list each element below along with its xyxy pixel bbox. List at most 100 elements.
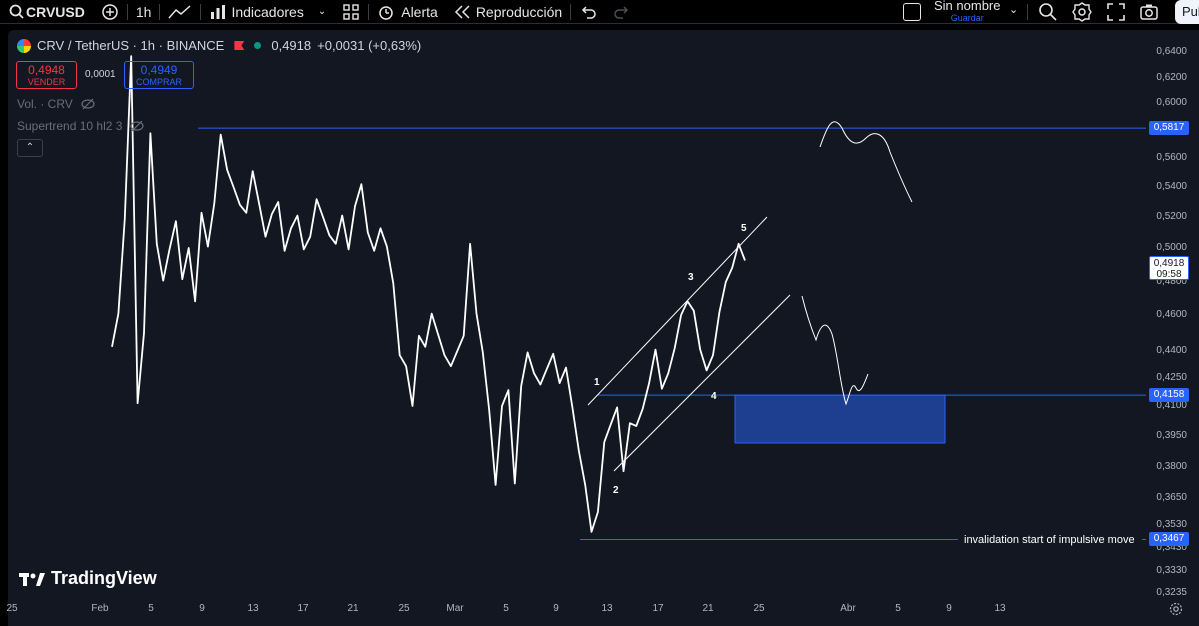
chevron-down-icon[interactable]: ⌄ xyxy=(318,6,326,17)
alert-label: Alerta xyxy=(401,3,438,20)
crv-logo-icon xyxy=(17,38,31,53)
last-price-tag: 0,4918 09:58 xyxy=(1149,255,1189,280)
replay-button[interactable]: Reproducción xyxy=(446,0,570,24)
price-tick-label: 0,3530 xyxy=(1156,519,1187,530)
watermark-text: TradingView xyxy=(51,568,157,588)
replay-label: Reproducción xyxy=(475,3,563,20)
wave-label-1: 1 xyxy=(594,377,600,388)
save-link[interactable]: Guardar xyxy=(951,12,984,24)
alarm-clock-icon xyxy=(379,5,393,20)
top-toolbar: CRVUSD 1h Indicadores ⌄ Alerta Reproducc… xyxy=(0,0,1199,24)
gear-icon[interactable] xyxy=(1072,2,1092,22)
supertrend-label: Supertrend 10 hl2 3 xyxy=(17,119,123,133)
price-tick-label: 0,5600 xyxy=(1156,152,1187,163)
price-tick-label: 0,4250 xyxy=(1156,372,1187,383)
symbol-name: CRVUSD xyxy=(26,3,85,20)
time-tick-label: Mar xyxy=(446,603,464,614)
wave-label-3: 3 xyxy=(688,272,694,283)
sell-label: VENDER xyxy=(27,77,66,87)
undo-button[interactable] xyxy=(571,0,605,24)
indicators-button[interactable]: Indicadores ⌄ xyxy=(201,0,334,24)
level-price-tag: 0,5817 xyxy=(1149,121,1189,136)
price-tick-label: 0,3235 xyxy=(1156,587,1187,598)
legend-price: 0,4918 xyxy=(271,38,312,53)
tradingview-logo-icon xyxy=(19,572,45,586)
volume-indicator-row[interactable]: Vol. · CRV xyxy=(17,97,95,111)
time-tick-label: 17 xyxy=(652,603,664,614)
redo-button[interactable] xyxy=(605,0,639,24)
last-price-value: 0,4918 xyxy=(1153,257,1185,269)
flag-icon[interactable] xyxy=(234,41,245,50)
sell-price: 0,4948 xyxy=(28,63,65,77)
invalidation-annotation: invalidation start of impulsive move xyxy=(964,534,1135,546)
price-tick-label: 0,4600 xyxy=(1156,309,1187,320)
market-status-icon xyxy=(254,42,262,49)
volume-label: Vol. · CRV xyxy=(17,97,73,111)
symbol-legend: CRV / TetherUS · 1h · BINANCE 0,4918 +0,… xyxy=(17,38,421,53)
bar-countdown: 09:58 xyxy=(1156,268,1182,280)
indicators-icon xyxy=(211,4,226,19)
time-tick-label: 21 xyxy=(347,603,359,614)
level-price-tag: 0,4158 xyxy=(1149,388,1189,403)
quick-search-icon[interactable] xyxy=(1038,2,1058,22)
time-tick-label: 21 xyxy=(702,603,714,614)
publish-button[interactable]: Pub xyxy=(1175,0,1199,24)
layout-name-block[interactable]: Sin nombre Guardar xyxy=(934,0,1000,24)
time-tick-label: Abr xyxy=(840,603,856,614)
symbol-search[interactable]: CRVUSD xyxy=(0,0,93,24)
eye-hidden-icon[interactable] xyxy=(130,120,145,132)
price-tick-label: 0,6400 xyxy=(1156,46,1187,57)
undo-icon xyxy=(582,5,596,19)
price-tick-label: 0,5000 xyxy=(1156,242,1187,253)
rewind-icon xyxy=(454,4,470,19)
price-tick-label: 0,3950 xyxy=(1156,430,1187,441)
time-tick-label: 9 xyxy=(553,603,559,614)
buy-label: COMPRAR xyxy=(135,77,182,87)
sell-button[interactable]: 0,4948 VENDER xyxy=(16,61,77,89)
line-chart-icon xyxy=(168,4,191,18)
wave-label-2: 2 xyxy=(613,485,619,496)
alert-button[interactable]: Alerta xyxy=(369,0,446,24)
time-tick-label: 25 xyxy=(753,603,765,614)
price-tick-label: 0,4400 xyxy=(1156,345,1187,356)
layout-name: Sin nombre xyxy=(934,0,1001,13)
supertrend-indicator-row[interactable]: Supertrend 10 hl2 3 xyxy=(17,119,145,133)
time-tick-label: 17 xyxy=(297,603,309,614)
compare-button[interactable] xyxy=(93,0,127,24)
eye-hidden-icon[interactable] xyxy=(81,98,95,110)
indicators-label: Indicadores xyxy=(231,3,304,20)
price-tick-label: 0,6200 xyxy=(1156,72,1187,83)
interval-button[interactable]: 1h xyxy=(128,0,160,24)
axis-settings-icon[interactable] xyxy=(1169,602,1183,616)
buy-price: 0,4949 xyxy=(140,63,178,77)
time-tick-label: 9 xyxy=(199,603,205,614)
camera-icon[interactable] xyxy=(1139,2,1159,22)
fullscreen-icon[interactable] xyxy=(1106,2,1126,22)
collapse-legend-button[interactable]: ⌃ xyxy=(17,139,43,157)
toolbar-divider xyxy=(1027,4,1028,20)
layout-square-icon[interactable] xyxy=(903,3,921,21)
chart-type-button[interactable] xyxy=(160,0,200,24)
pair-title: CRV / TetherUS · 1h · BINANCE xyxy=(37,38,225,53)
wave-label-4: 4 xyxy=(711,391,717,402)
time-tick-label: 5 xyxy=(895,603,901,614)
tradingview-watermark: TradingView xyxy=(19,568,157,589)
plus-circle-icon xyxy=(102,3,118,20)
time-tick-label: 25 xyxy=(6,603,18,614)
price-tick-label: 0,3330 xyxy=(1156,565,1187,576)
templates-button[interactable] xyxy=(334,0,368,24)
time-tick-label: 5 xyxy=(148,603,154,614)
time-tick-label: 13 xyxy=(247,603,259,614)
left-edge xyxy=(0,24,8,626)
spread-value: 0,0001 xyxy=(85,69,116,80)
search-icon xyxy=(9,4,24,19)
wave-label-5: 5 xyxy=(741,223,747,234)
price-tick-label: 0,5400 xyxy=(1156,181,1187,192)
buy-button[interactable]: 0,4949 COMPRAR xyxy=(124,61,194,89)
redo-icon xyxy=(614,5,629,19)
price-tick-label: 0,3800 xyxy=(1156,461,1187,472)
chevron-down-icon[interactable]: ⌄ xyxy=(1009,3,1018,16)
time-tick-label: Feb xyxy=(91,603,109,614)
time-tick-label: 13 xyxy=(994,603,1006,614)
time-tick-label: 5 xyxy=(503,603,509,614)
